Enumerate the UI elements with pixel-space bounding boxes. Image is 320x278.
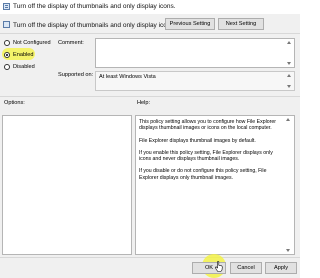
header-divider	[0, 33, 300, 34]
group-policy-setting-dialog: Turn off the display of thumbnails and o…	[0, 0, 300, 278]
scroll-down-icon[interactable]	[287, 85, 292, 88]
supported-on-label: Supported on:	[58, 72, 94, 78]
window-title: Turn off the display of thumbnails and o…	[13, 3, 176, 10]
apply-button[interactable]: Apply	[265, 262, 297, 274]
comment-textarea[interactable]	[95, 38, 295, 68]
policy-setting-icon	[3, 21, 10, 28]
hand-cursor-icon	[215, 261, 223, 272]
radio-label: Not Configured	[13, 40, 51, 46]
comment-label: Comment:	[58, 40, 84, 46]
radio-circle-selected[interactable]	[4, 52, 10, 58]
cancel-button[interactable]: Cancel	[230, 262, 262, 274]
help-paragraph: If you disable or do not configure this …	[139, 168, 267, 181]
radio-label: Enabled	[13, 52, 34, 58]
title-bar: Turn off the display of thumbnails and o…	[0, 0, 300, 14]
scroll-up-icon[interactable]	[286, 118, 291, 121]
scroll-down-icon[interactable]	[286, 249, 291, 252]
options-label: Options:	[4, 100, 25, 106]
supported-on-value: At least Windows Vista	[99, 74, 156, 80]
section-divider	[0, 96, 300, 97]
help-pane: This policy setting allows you to config…	[135, 115, 295, 255]
help-scrollbar[interactable]	[286, 117, 293, 253]
help-label: Help:	[137, 100, 151, 106]
setting-name: Turn off the display of thumbnails and o…	[13, 22, 176, 29]
policy-icon	[3, 3, 10, 10]
radio-circle[interactable]	[4, 40, 10, 46]
previous-setting-button[interactable]: Previous Setting	[165, 18, 215, 30]
scroll-down-icon[interactable]	[287, 62, 292, 65]
scroll-up-icon[interactable]	[287, 74, 292, 77]
radio-circle[interactable]	[4, 64, 10, 70]
options-pane	[2, 115, 132, 255]
help-paragraph: If you enable this policy setting, File …	[139, 149, 273, 163]
help-paragraph: This policy setting allows you to config…	[139, 119, 276, 132]
help-paragraph: File Explorer displays thumbnail images …	[139, 137, 256, 144]
next-setting-button[interactable]: Next Setting	[218, 18, 264, 30]
footer-divider	[0, 257, 300, 258]
radio-label: Disabled	[13, 64, 35, 70]
scroll-up-icon[interactable]	[287, 41, 292, 44]
supported-on-field: At least Windows Vista	[95, 71, 295, 91]
